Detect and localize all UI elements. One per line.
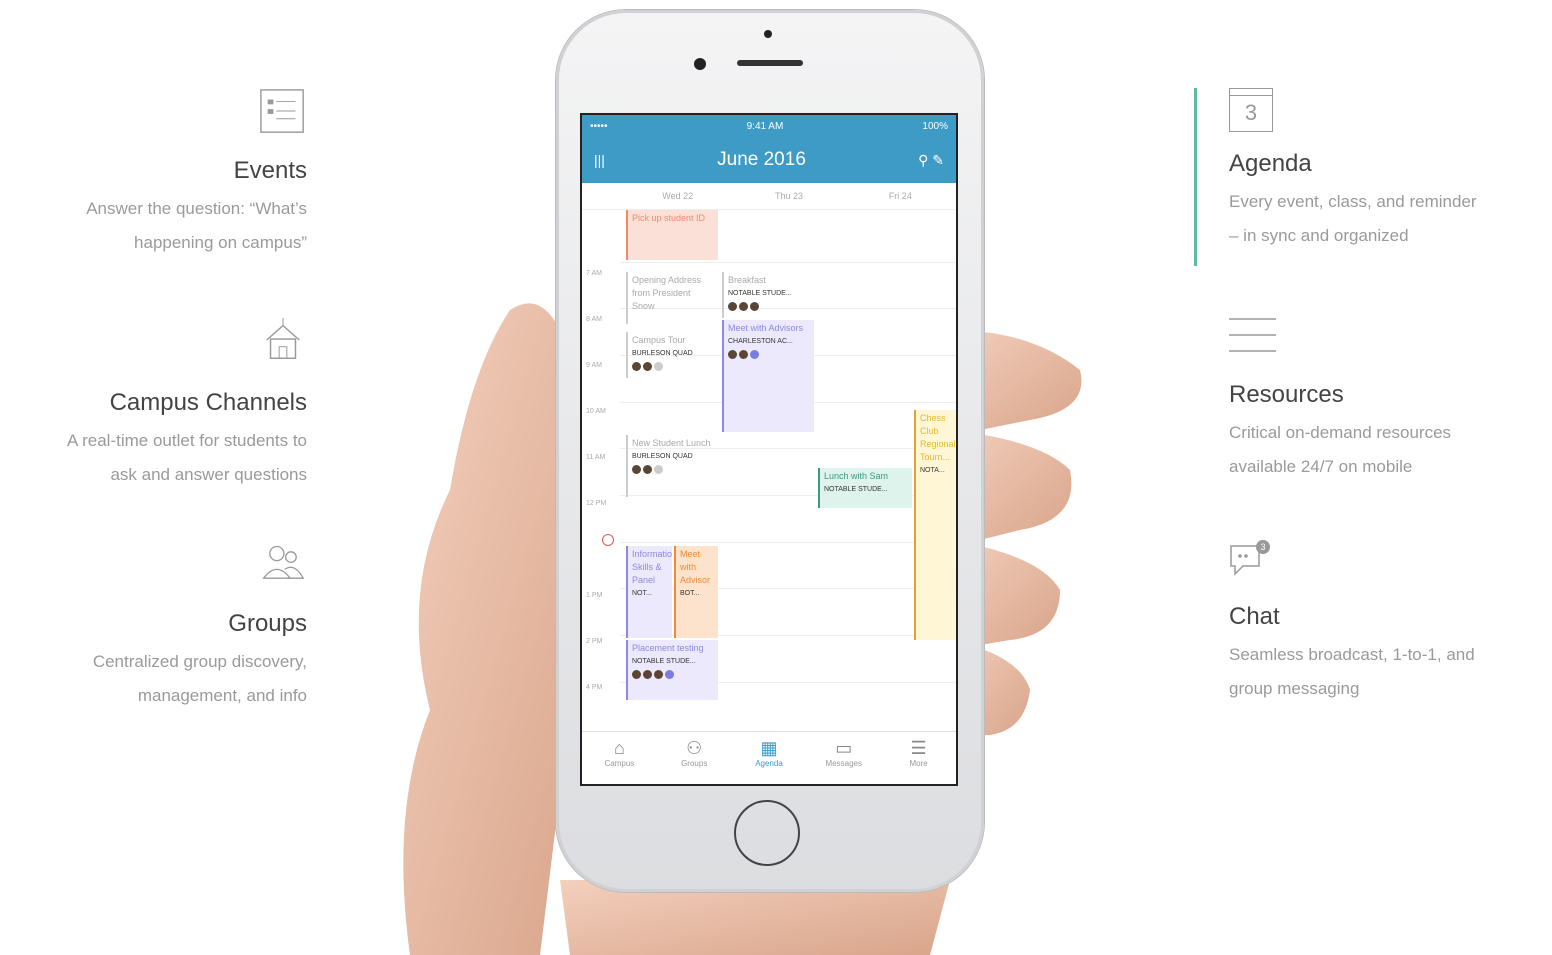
nav-bar: ||| June 2016 ⚲ ✎ (582, 137, 956, 183)
messages-tab-icon: ▭ (835, 738, 853, 758)
calendar-event[interactable]: Opening Address from President Snow (626, 272, 718, 324)
people-group-icon (262, 545, 305, 579)
calendar-grid[interactable]: 7 AM 8 AM 9 AM 10 AM 11 AM 12 PM 1 PM 2 … (582, 210, 956, 735)
feature-desc: A real-time outlet for students to ask an… (66, 430, 307, 484)
time-label: 4 PM (586, 684, 603, 691)
feature-desc: Seamless broadcast, 1-to-1, and group mes… (1229, 644, 1475, 698)
campus-tab-icon: ⌂ (613, 738, 625, 758)
list-document-icon (260, 89, 304, 133)
day-header[interactable]: Wed 22 (622, 183, 733, 209)
feature-groups: Groups Centralized group discovery, manag… (22, 543, 307, 713)
current-time-indicator (602, 534, 614, 546)
menu-icon[interactable]: ||| (594, 152, 605, 168)
front-camera (694, 58, 706, 70)
tab-messages[interactable]: ▭ Messages (806, 732, 881, 784)
feature-resources: Resources Critical on-demand resources av… (1229, 316, 1529, 484)
search-icon[interactable]: ⚲ (918, 152, 928, 168)
calendar-event[interactable]: Meet with Advisors CHARLESTON AC... (722, 320, 814, 432)
time-label: 7 AM (586, 270, 602, 277)
active-feature-accent (1194, 88, 1197, 266)
more-tab-icon: ☰ (910, 738, 927, 758)
calendar-3-icon: 3 (1229, 88, 1273, 132)
tab-groups[interactable]: ⚇ Groups (657, 732, 732, 784)
time-label: 9 AM (586, 362, 602, 369)
status-time: 9:41 AM (746, 120, 784, 132)
feature-desc: Every event, class, and reminder – in syn… (1229, 191, 1477, 245)
time-label: 12 PM (586, 500, 607, 507)
feature-desc: Critical on-demand resources available 24… (1229, 422, 1452, 476)
calendar-event[interactable]: Placement testing NOTABLE STUDE... (626, 640, 718, 700)
tab-bar: ⌂ Campus ⚇ Groups ▦ Agenda ▭ Messages ☰ More (582, 731, 956, 784)
groups-tab-icon: ⚇ (686, 738, 703, 758)
earpiece-speaker (737, 60, 803, 66)
calendar-event[interactable]: Lunch with Sam NOTABLE STUDE... (818, 468, 912, 508)
home-button[interactable] (734, 800, 800, 866)
agenda-tab-icon: ▦ (760, 738, 778, 758)
nav-actions: ⚲ ✎ (918, 152, 944, 169)
calendar-event[interactable]: Campus Tour BURLESON QUAD (626, 332, 718, 378)
feature-title: Chat (1229, 603, 1280, 630)
edit-icon[interactable]: ✎ (932, 152, 944, 168)
feature-desc: Centralized group discovery, management, … (92, 651, 307, 705)
calendar-event[interactable]: Informational Skills & Panel NOT... (626, 546, 672, 638)
calendar-event[interactable]: Chess Club Regional Tourn... NOTA... (914, 410, 956, 640)
calendar-event[interactable]: New Student Lunch BURLESON QUAD (626, 435, 718, 497)
tab-campus[interactable]: ⌂ Campus (582, 732, 657, 784)
time-label: 8 AM (586, 316, 602, 323)
time-label: 1 PM (586, 592, 603, 599)
day-header[interactable]: Thu 23 (733, 183, 844, 209)
feature-title: Groups (228, 610, 307, 637)
svg-text:3: 3 (1260, 542, 1265, 552)
feature-agenda: 3 Agenda Every event, class, and reminde… (1229, 88, 1529, 253)
feature-events: Events Answer the question: “What’s happe… (22, 88, 307, 260)
time-label: 11 AM (586, 454, 606, 461)
time-label: 10 AM (586, 408, 606, 415)
time-label: 2 PM (586, 638, 603, 645)
tab-agenda[interactable]: ▦ Agenda (732, 732, 807, 784)
feature-title: Events (233, 157, 307, 184)
feature-title: Campus Channels (109, 389, 307, 416)
calendar-event[interactable]: Breakfast NOTABLE STUDE... (722, 272, 814, 318)
feature-campus-channels: Campus Channels A real-time outlet for s… (22, 316, 307, 492)
proximity-sensor (764, 30, 772, 38)
calendar-event[interactable]: Pick up student ID (626, 210, 718, 260)
battery-indicator: 100% (922, 120, 948, 132)
phone-screen: ••••• 9:41 AM 100% ||| June 2016 ⚲ ✎ Wed… (580, 113, 958, 786)
feature-title: Resources (1229, 381, 1344, 408)
feature-chat: 3 Chat Seamless broadcast, 1-to-1, and gr… (1229, 538, 1529, 706)
signal-indicator: ••••• (590, 120, 608, 132)
campus-building-icon (266, 317, 300, 359)
day-headers: Wed 22 Thu 23 Fri 24 (582, 183, 956, 210)
day-header[interactable]: Fri 24 (845, 183, 956, 209)
feature-title: Agenda (1229, 150, 1312, 177)
calendar-event[interactable]: Meet with Advisor BOT... (674, 546, 718, 638)
tab-more[interactable]: ☰ More (881, 732, 956, 784)
feature-desc: Answer the question: “What’s happening on… (86, 198, 307, 252)
nav-title: June 2016 (717, 149, 806, 170)
status-bar: ••••• 9:41 AM 100% (582, 115, 956, 137)
chat-bubble-icon: 3 (1230, 540, 1270, 576)
hamburger-lines-icon (1229, 318, 1276, 352)
